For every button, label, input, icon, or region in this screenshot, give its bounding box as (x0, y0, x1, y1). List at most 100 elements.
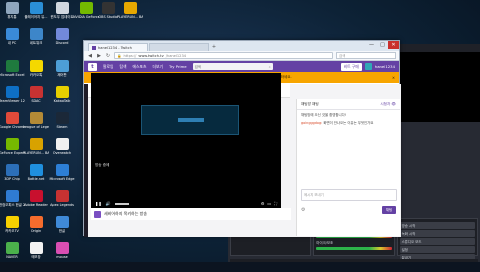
desktop-icon-label: 제어판 (57, 73, 67, 77)
desktop-icon[interactable]: Origin (24, 216, 48, 242)
avatar[interactable] (364, 63, 372, 70)
url-prefix: https:// (123, 53, 137, 58)
refresh-icon[interactable]: ↻ (105, 53, 111, 59)
chat-title: 채팅방 채팅 (301, 101, 319, 106)
desktop-icon[interactable]: Steam (50, 112, 74, 138)
desktop-icon[interactable]: 카카오TV (0, 216, 24, 242)
fullscreen-icon[interactable]: ⛶ (274, 201, 277, 206)
desktop-icon[interactable]: 네트워크 (24, 28, 48, 54)
start-stream-button[interactable]: 방송 시작 (399, 222, 475, 229)
studio-mode-button[interactable]: 스튜디오 모드 (399, 238, 475, 245)
user-name[interactable]: hanel1234 (375, 64, 395, 69)
tab-title: hanel1234 - Twitch (98, 45, 132, 50)
desktop-icon[interactable]: PLAYERUN... BATTLEGR... (23, 138, 49, 164)
desktop-icon-label: Microsoft Excel 2010 (0, 73, 25, 77)
desktop-icon[interactable]: Apex Legends (50, 190, 74, 216)
desktop-icon[interactable]: Battle.net (24, 164, 48, 190)
settings-button[interactable]: 설정 (399, 246, 475, 253)
chat-input[interactable]: 메시지 보내기 (301, 189, 397, 201)
url-path: /hanel1234 (165, 53, 187, 58)
desktop-icon[interactable]: 한글 (50, 216, 74, 242)
app-icon (29, 190, 43, 202)
window-controls: — □ ✕ (366, 41, 399, 51)
nav-more[interactable]: 더보기 (152, 64, 162, 70)
desktop-icon[interactable]: 내 PC (0, 28, 24, 54)
app-icon (5, 190, 19, 202)
browser-search-field[interactable]: 검색 (336, 52, 396, 59)
nav-following[interactable]: 팔로잉 (103, 64, 113, 70)
try-prime-link[interactable]: Try Prime (169, 64, 187, 69)
viewers-list-button[interactable]: 시청자 👁 (380, 102, 396, 107)
desktop-icon-label: SDAC (31, 99, 41, 103)
stream-info-bar: 세비어하지 목키하는 방송 (91, 208, 291, 220)
desktop-icon[interactable]: League of Legends (23, 112, 49, 138)
desktop-icon[interactable]: 휴지통 (0, 2, 24, 28)
desktop-icon[interactable]: SDAC (24, 86, 48, 112)
app-icon (29, 86, 43, 98)
streamer-avatar[interactable] (94, 210, 101, 218)
desktop-icon-label: Battle.net (27, 177, 45, 181)
get-bits-button[interactable]: 비트 구매 (340, 62, 362, 71)
app-icon (55, 2, 69, 14)
start-record-button[interactable]: 녹화 시작 (399, 230, 475, 237)
desktop-icon-label: League of Legends (23, 125, 49, 129)
desktop-icon-label: 카카오TV (5, 229, 19, 233)
chat-message-text: 화면이 안나오는 이유는 무엇인가요 (323, 121, 374, 125)
desktop-icon[interactable]: 한컴오피스 한글 2014 (0, 190, 25, 216)
pause-icon[interactable]: ❚❚ (95, 201, 102, 206)
app-icon (5, 164, 19, 176)
forward-icon[interactable]: ▶ (96, 53, 102, 59)
desktop-icon[interactable]: Microsoft Edge (49, 164, 75, 190)
desktop-icon[interactable]: 윈도우 업데이트 (50, 2, 74, 28)
maximize-button[interactable]: □ (377, 41, 388, 49)
desktop-icon[interactable]: TeamViewer 12 (0, 86, 25, 112)
desktop-icon-label: Apex Legends (50, 203, 74, 207)
address-bar-row: ◀ ▶ ↻ 🔒 https://www.twitch.tv/hanel1234 … (84, 51, 399, 61)
minimize-button[interactable]: — (366, 41, 377, 49)
desktop-icon[interactable]: Google Chrome (0, 112, 25, 138)
close-button[interactable]: ✕ (388, 41, 399, 49)
theater-icon[interactable]: ▭ (267, 201, 271, 206)
tab-twitch[interactable]: hanel1234 - Twitch (88, 43, 148, 51)
back-icon[interactable]: ◀ (87, 53, 93, 59)
settings-gear-icon[interactable]: ⚙ (261, 201, 265, 206)
desktop-icon[interactable]: Overwatch (50, 138, 74, 164)
app-icon (5, 216, 19, 228)
close-icon[interactable]: ✕ (392, 76, 395, 80)
desktop-icon[interactable]: 3DP Chip (0, 164, 24, 190)
video-player[interactable]: 방송 중에 ❚❚ 🔊 ⚙ ▭ ⛶ (91, 73, 281, 208)
twitch-favicon-icon (92, 45, 96, 50)
desktop-icon[interactable]: 플레이어지 유... (24, 2, 48, 28)
twitch-search-input[interactable]: 검색 ⌕ (192, 63, 273, 70)
desktop-icon-label: TeamViewer 12 (0, 99, 25, 103)
desktop-icon-label: GeForce Experience (0, 151, 25, 155)
app-icon (55, 60, 69, 72)
desktop-icon-label: mouse (56, 255, 68, 259)
volume-slider[interactable] (114, 202, 129, 205)
desktop-icon[interactable]: Adobe Reader (24, 190, 48, 216)
chat-send-button[interactable]: 채팅 (382, 206, 396, 214)
desktop-icon[interactable]: PLAYERUN... BATTLEGR... (117, 2, 143, 28)
video-caption: 방송 중에 (95, 163, 110, 167)
app-icon (5, 2, 19, 14)
desktop-icon[interactable]: Microsoft Excel 2010 (0, 60, 25, 86)
desktop-icon[interactable]: Discord (50, 28, 74, 54)
url-domain: www.twitch.tv (138, 53, 164, 58)
desktop-icon-label: PLAYERUN... BATTLEGR... (117, 15, 143, 19)
tab-blank[interactable] (149, 43, 209, 51)
new-tab-button[interactable]: + (210, 44, 218, 51)
desktop-icon-label: Google Chrome (0, 125, 25, 129)
nav-browse[interactable]: 탐색 (119, 64, 126, 70)
url-field[interactable]: 🔒 https://www.twitch.tv/hanel1234 (114, 52, 333, 59)
app-icon (55, 242, 69, 254)
chat-settings-icon[interactable]: ⚙ (301, 207, 305, 213)
nav-esports[interactable]: 에스포츠 (132, 64, 146, 70)
chat-username[interactable]: goingggdog: (301, 121, 322, 125)
app-icon (29, 28, 43, 40)
volume-icon[interactable]: 🔊 (106, 201, 111, 206)
twitch-logo-icon[interactable]: t (88, 62, 97, 71)
desktop-icon[interactable]: 카카오톡 (24, 60, 48, 86)
desktop-icon[interactable]: 제어판 (50, 60, 74, 86)
desktop-icon[interactable]: GeForce Experience (0, 138, 25, 164)
desktop-icon[interactable]: KakaoTalk (50, 86, 74, 112)
